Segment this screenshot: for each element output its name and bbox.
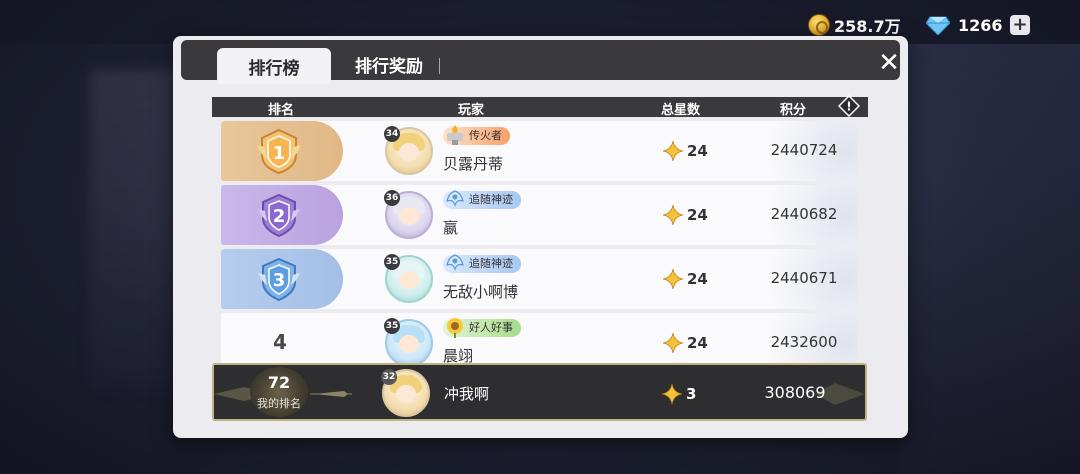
star-count: 24 (687, 206, 708, 224)
points-value: 2440682 (770, 205, 838, 223)
modal-header: 排行榜 排行奖励 ✕ (181, 40, 901, 84)
player-level: 36 (384, 190, 400, 206)
points-value: 2440671 (770, 269, 838, 287)
gold-rank-badge-icon: 1 (257, 128, 301, 175)
avatar-face (396, 385, 416, 403)
player-name: 贝露丹蒂 (443, 155, 504, 173)
column-rank: 排名 (268, 103, 295, 118)
star-count: 24 (687, 270, 708, 288)
player-name: 无敌小啊博 (443, 283, 519, 301)
purple-rank-badge-icon: 2 (258, 193, 300, 238)
star-cell: 24 (663, 333, 708, 353)
info-icon[interactable]: ! (838, 95, 860, 117)
svg-text:1: 1 (273, 143, 286, 164)
player-title-badge: 追随神迹 (443, 190, 521, 209)
star-icon (663, 205, 683, 225)
rank-cell-gold: 1 (221, 121, 343, 181)
points-value: 2432600 (770, 333, 838, 351)
avatar-face (399, 271, 419, 289)
player-title: 追随神迹 (469, 257, 513, 270)
avatar-face (399, 335, 419, 353)
leaderboard-modal: 排行榜 排行奖励 ✕ 排名 玩家 总星数 积分 ! 1 34 传火者 贝露丹蒂 … (173, 36, 908, 438)
star-icon (663, 269, 683, 289)
wing-emblem-icon (446, 254, 464, 271)
coin-icon (808, 14, 830, 36)
my-rank-number: 72 (267, 373, 291, 392)
column-stars: 总星数 (661, 103, 701, 118)
my-star-cell: 3 (662, 384, 696, 404)
player-level: 34 (384, 126, 400, 142)
add-currency-button[interactable]: + (1010, 15, 1030, 35)
star-cell: 24 (663, 205, 708, 225)
my-rank-row[interactable]: 72 我的排名 32 冲我啊 3 308069 (212, 363, 867, 421)
player-title-badge: 好人好事 (443, 318, 521, 338)
star-count: 24 (687, 334, 708, 352)
star-icon (662, 384, 682, 404)
player-title-badge: 传火者 (443, 125, 510, 145)
avatar-face (399, 143, 419, 161)
tab-leaderboard[interactable]: 排行榜 (217, 48, 331, 84)
player-title: 好人好事 (469, 321, 513, 334)
rank-cell-blue: 3 (221, 249, 343, 309)
avatar-face (399, 207, 419, 225)
tab-divider (439, 58, 440, 74)
gem-counter: 1266 (926, 10, 1003, 40)
rank-number: 4 (273, 330, 287, 354)
column-player: 玩家 (458, 103, 485, 118)
column-points: 积分 (780, 103, 807, 118)
player-name: 嬴 (443, 219, 459, 237)
coin-amount: 258.7万 (834, 17, 901, 36)
player-title-badge: 追随神迹 (443, 254, 521, 273)
svg-text:3: 3 (273, 270, 286, 291)
star-count: 24 (687, 142, 708, 160)
star-cell: 24 (663, 141, 708, 161)
my-star-count: 3 (686, 385, 697, 403)
torch-icon (447, 125, 463, 145)
player-title: 传火者 (469, 129, 502, 142)
tab-rewards[interactable]: 排行奖励 (339, 46, 439, 82)
player-level: 35 (384, 254, 400, 270)
table-row[interactable]: 1 34 传火者 贝露丹蒂 24 2440724 (221, 121, 858, 181)
svg-text:!: ! (846, 100, 851, 114)
blue-rank-badge-icon: 3 (258, 257, 300, 302)
points-value: 2440724 (770, 141, 838, 159)
table-row[interactable]: 2 36 追随神迹 嬴 24 2440682 (221, 185, 858, 245)
star-icon (663, 141, 683, 161)
my-level: 32 (381, 369, 397, 385)
close-button[interactable]: ✕ (877, 50, 901, 76)
rank-cell-purple: 2 (221, 185, 343, 245)
table-row[interactable]: 3 35 追随神迹 无敌小啊博 24 2440671 (221, 249, 858, 309)
column-header: 排名 玩家 总星数 积分 ! (212, 95, 868, 118)
wing-emblem-icon (446, 190, 464, 207)
sunflower-icon (447, 318, 463, 338)
my-player-name: 冲我啊 (444, 385, 490, 403)
background-right-panel (900, 44, 1080, 474)
gem-icon (926, 16, 950, 35)
background-left-panel (90, 70, 180, 390)
star-icon (663, 333, 683, 353)
my-rank-label: 我的排名 (257, 397, 301, 410)
star-cell: 24 (663, 269, 708, 289)
player-level: 35 (384, 318, 400, 334)
svg-text:2: 2 (273, 206, 286, 227)
player-title: 追随神迹 (469, 193, 513, 206)
my-points-value: 308069 (764, 383, 826, 402)
gem-amount: 1266 (958, 15, 1003, 35)
